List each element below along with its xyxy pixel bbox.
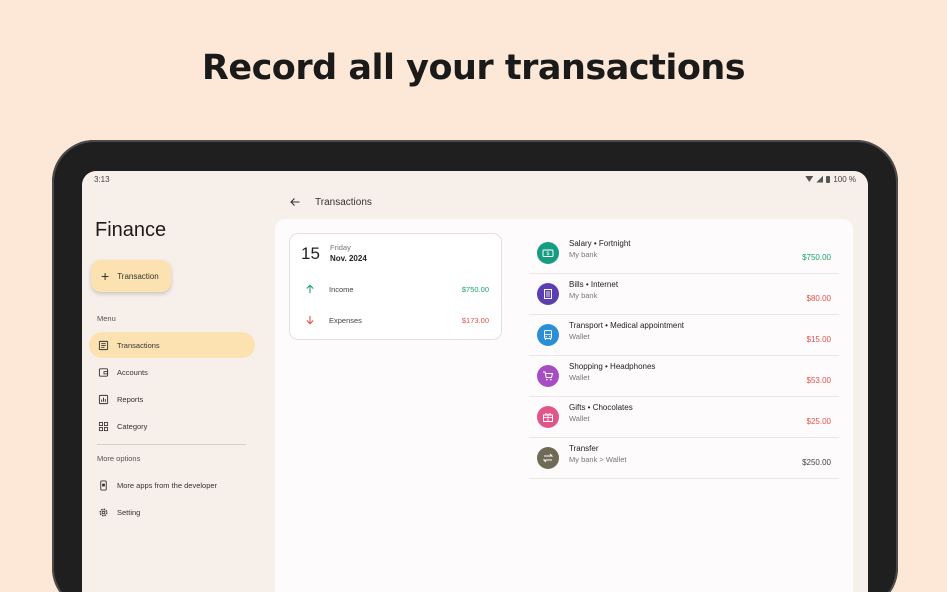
income-row: Income $750.00: [303, 284, 489, 294]
transaction-amount: $53.00: [806, 375, 831, 385]
transaction-title: Shopping • Headphones: [569, 362, 656, 371]
arrow-down-icon: [303, 315, 317, 325]
transaction-account: My bank: [569, 250, 598, 259]
bus-icon: [537, 324, 559, 346]
transaction-account: Wallet: [569, 414, 590, 423]
income-label: Income: [329, 284, 354, 294]
transaction-list: $ Salary • Fortnight My bank $750.00 Bil…: [529, 233, 839, 479]
sidebar-item-accounts[interactable]: Accounts: [89, 359, 255, 385]
expenses-row: Expenses $173.00: [303, 315, 489, 325]
back-arrow-icon[interactable]: [283, 190, 307, 214]
transaction-row[interactable]: Bills • Internet My bank $80.00: [529, 274, 839, 315]
more-options-label: More options: [97, 454, 141, 463]
content-panel: 15 Friday Nov. 2024 Income $750.00 Expen…: [275, 219, 853, 592]
gear-icon: [98, 507, 109, 518]
top-app-bar: Transactions: [275, 187, 868, 217]
sidebar-divider: [97, 444, 246, 445]
transaction-row[interactable]: Transport • Medical appointment Wallet $…: [529, 315, 839, 356]
list-icon: [98, 340, 109, 351]
navigation-drawer: Finance + Transaction Menu Transactions …: [82, 187, 267, 592]
sidebar-item-more-apps[interactable]: More apps from the developer: [89, 472, 255, 498]
transaction-row[interactable]: Shopping • Headphones Wallet $53.00: [529, 356, 839, 397]
sidebar-item-label: Transactions: [117, 340, 160, 350]
transaction-amount: $250.00: [802, 457, 831, 467]
sidebar-item-label: Category: [117, 421, 148, 431]
transaction-title: Bills • Internet: [569, 280, 619, 289]
sidebar-item-setting[interactable]: Setting: [89, 499, 255, 525]
money-icon: $: [537, 242, 559, 264]
day-name: Friday: [330, 243, 351, 252]
battery-level: 100 %: [833, 174, 856, 184]
app-title: Finance: [95, 219, 167, 241]
sidebar-item-reports[interactable]: Reports: [89, 386, 255, 412]
app-screen: 3:13 100 % Finance + Transaction Menu Tr…: [82, 171, 868, 592]
expenses-label: Expenses: [329, 315, 362, 325]
transaction-amount: $750.00: [802, 252, 831, 262]
transaction-title: Gifts • Chocolates: [569, 403, 633, 412]
arrow-up-icon: [303, 284, 317, 294]
transaction-account: My bank > Wallet: [569, 455, 627, 464]
page-title: Transactions: [315, 196, 372, 208]
status-time: 3:13: [94, 174, 110, 184]
sidebar-item-label: Accounts: [117, 367, 148, 377]
plus-icon: +: [101, 268, 110, 284]
battery-icon: [826, 175, 831, 183]
transaction-row[interactable]: Gifts • Chocolates Wallet $25.00: [529, 397, 839, 438]
income-value: $750.00: [461, 284, 489, 294]
phone-icon: [98, 479, 109, 491]
day-summary-card[interactable]: 15 Friday Nov. 2024 Income $750.00 Expen…: [289, 233, 502, 340]
sidebar-item-category[interactable]: Category: [89, 413, 255, 439]
expenses-value: $173.00: [461, 315, 489, 325]
sidebar-item-label: More apps from the developer: [117, 480, 218, 490]
transaction-amount: $80.00: [806, 293, 831, 303]
transaction-row[interactable]: Transfer My bank > Wallet $250.00: [529, 438, 839, 479]
status-bar: 3:13 100 %: [82, 171, 868, 187]
wifi-icon: [805, 176, 814, 182]
transaction-account: Wallet: [569, 332, 590, 341]
transaction-title: Transfer: [569, 444, 599, 453]
svg-text:$: $: [546, 251, 550, 257]
sidebar-item-transactions[interactable]: Transactions: [89, 332, 255, 358]
transaction-row[interactable]: $ Salary • Fortnight My bank $750.00: [529, 233, 839, 274]
day-number: 15: [301, 244, 320, 263]
gift-icon: [537, 406, 559, 428]
wallet-icon: [98, 367, 109, 378]
transaction-account: Wallet: [569, 373, 590, 382]
transfer-icon: [537, 447, 559, 469]
transaction-title: Transport • Medical appointment: [569, 321, 685, 330]
sidebar-item-label: Setting: [117, 507, 141, 517]
signal-icon: [816, 175, 824, 183]
add-transaction-label: Transaction: [117, 271, 159, 281]
add-transaction-button[interactable]: + Transaction: [91, 260, 171, 292]
receipt-icon: [537, 283, 559, 305]
transaction-title: Salary • Fortnight: [569, 239, 631, 248]
menu-section-label: Menu: [97, 314, 116, 323]
sidebar-item-label: Reports: [117, 394, 144, 404]
cart-icon: [537, 365, 559, 387]
transaction-amount: $25.00: [806, 416, 831, 426]
headline: Record all your transactions: [201, 48, 746, 88]
chart-icon: [98, 394, 109, 405]
transaction-account: My bank: [569, 291, 598, 300]
transaction-amount: $15.00: [806, 334, 831, 344]
grid-icon: [98, 421, 109, 432]
month-year: Nov. 2024: [330, 254, 367, 263]
